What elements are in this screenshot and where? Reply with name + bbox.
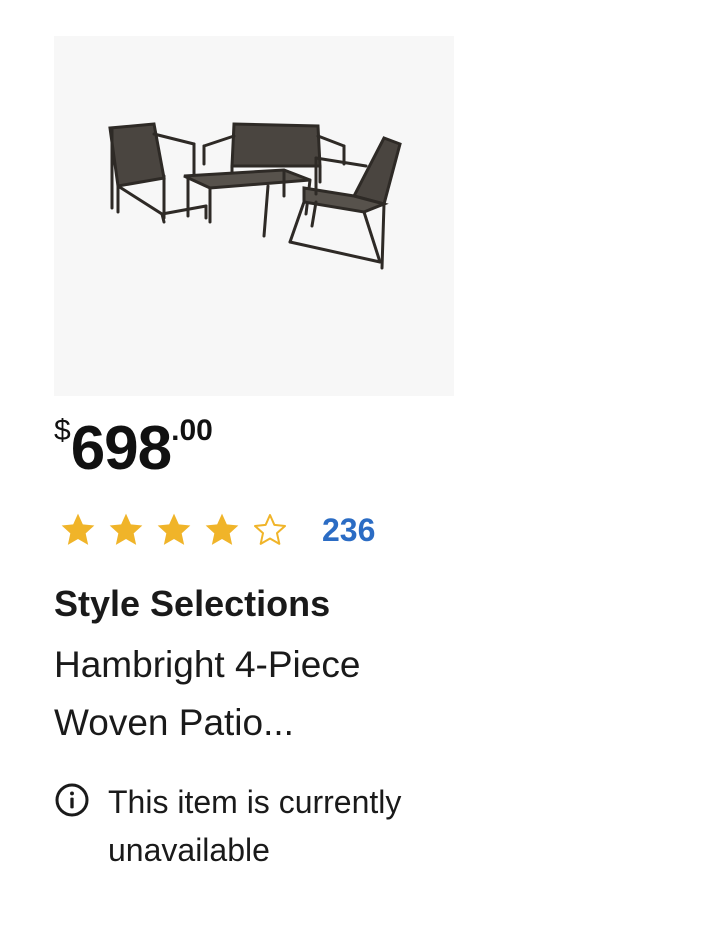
product-title-link[interactable]: Hambright 4-Piece Woven Patio... [54, 636, 454, 752]
patio-set-illustration [108, 122, 402, 270]
star-filled-icon [109, 513, 143, 545]
star-filled-icon [205, 513, 239, 545]
availability-text: This item is currently unavailable [108, 784, 402, 868]
availability-notice: This item is currently unavailable [54, 778, 448, 874]
price: $ 698 .00 [54, 412, 213, 482]
star-filled-icon [61, 513, 95, 545]
star-filled-icon [157, 513, 191, 545]
rating-count-link[interactable]: 236 [322, 508, 375, 552]
price-cents: .00 [171, 414, 213, 447]
info-icon [55, 783, 89, 817]
rating[interactable]: 236 [58, 508, 375, 552]
price-whole: 698 [70, 414, 172, 483]
price-currency: $ [54, 414, 71, 447]
star-empty-icon [254, 514, 286, 545]
product-image[interactable] [54, 36, 454, 396]
product-card[interactable]: $ 698 .00 [54, 36, 454, 480]
brand-name: Style Selections [54, 583, 331, 624]
